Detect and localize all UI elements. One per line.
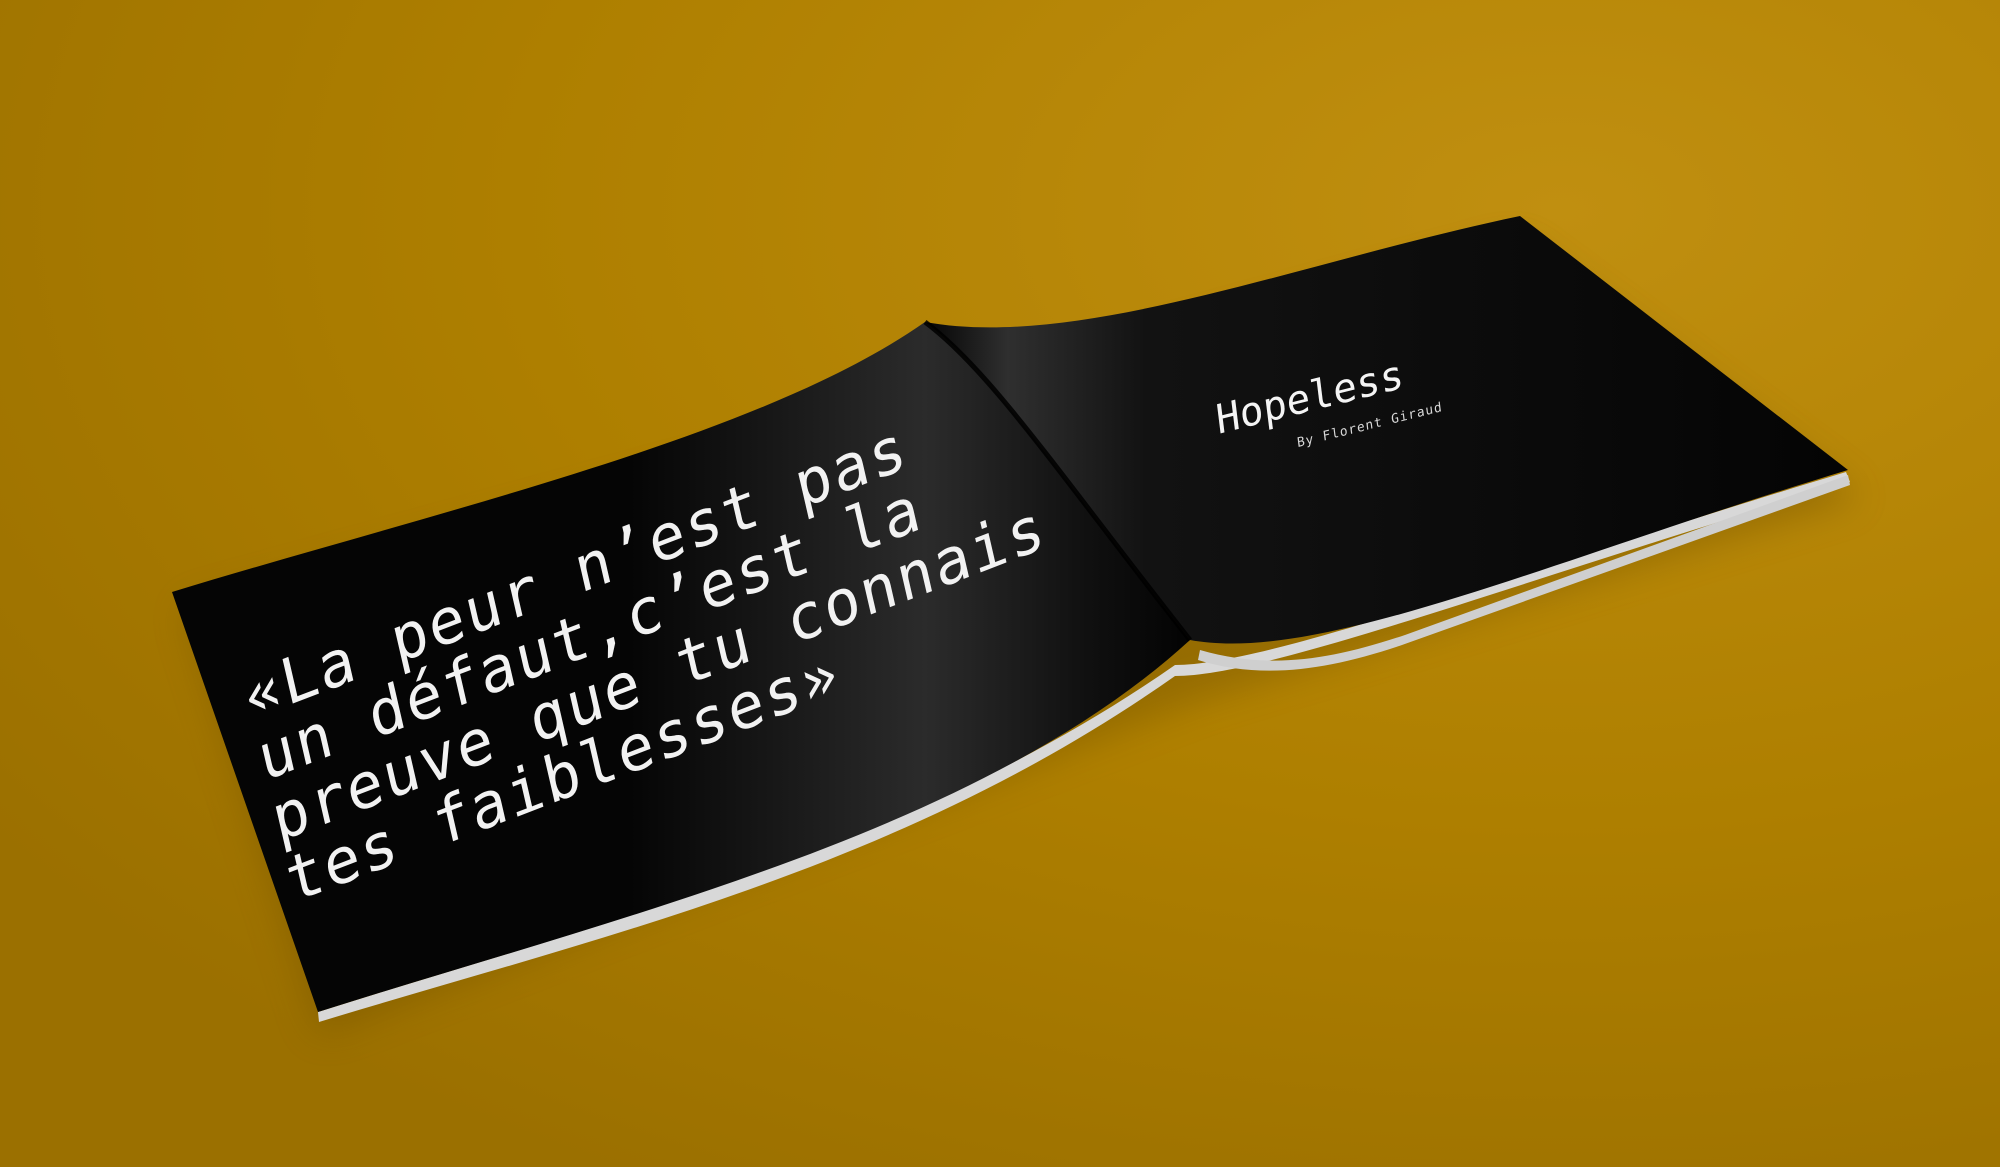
- mockup-scene: «La peur n’est pas un défaut,c’est la pr…: [0, 0, 2000, 1167]
- booklet-mockup-illustration: «La peur n’est pas un défaut,c’est la pr…: [0, 0, 2000, 1167]
